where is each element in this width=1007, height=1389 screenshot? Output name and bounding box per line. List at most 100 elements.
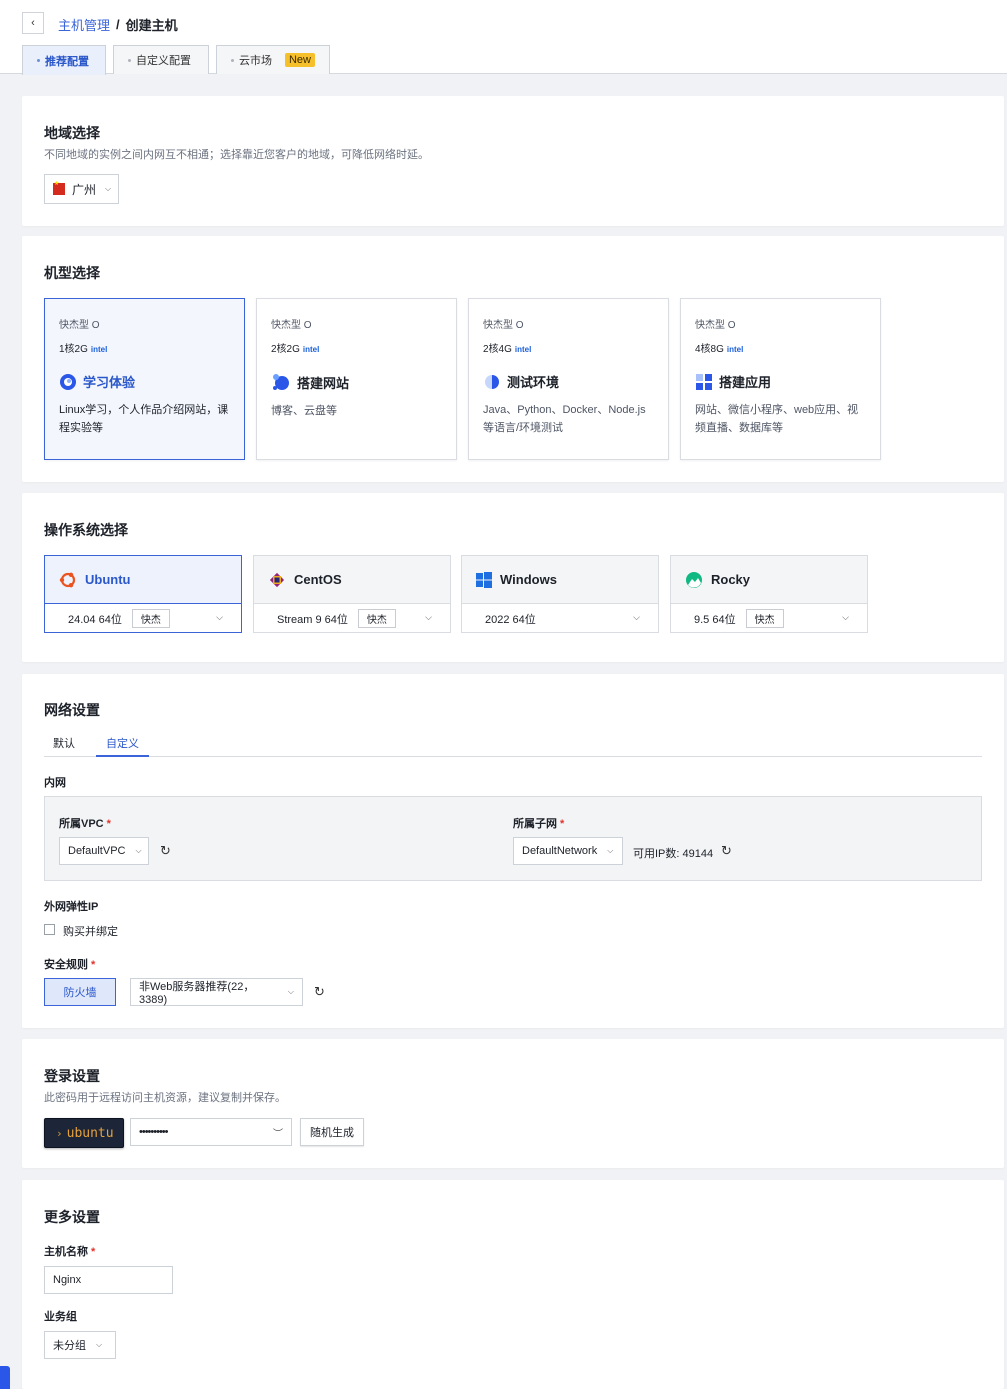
spec-desc: Java、Python、Docker、Node.js等语言/环境测试 bbox=[483, 404, 646, 434]
os-version: 9.5 64位 bbox=[694, 613, 736, 626]
tab-dot-icon bbox=[231, 58, 234, 62]
eye-closed-icon[interactable]: ︶ bbox=[273, 1125, 283, 1140]
back-button[interactable]: ‹ bbox=[22, 12, 44, 34]
available-ip-count: 可用IP数: 49144 bbox=[633, 848, 714, 860]
os-head: Ubuntu bbox=[45, 556, 241, 604]
hostname-value: Nginx bbox=[53, 1274, 82, 1286]
breadcrumb-separator: / bbox=[116, 17, 120, 32]
rocky-icon bbox=[686, 571, 702, 588]
eip-label: 外网弹性IP bbox=[44, 901, 99, 913]
password-input[interactable]: •••••••••• ︶ bbox=[130, 1118, 292, 1146]
fast-tag: 快杰 bbox=[357, 609, 396, 628]
refresh-icon[interactable]: ↻ bbox=[721, 843, 732, 859]
windows-icon bbox=[476, 571, 492, 588]
chevron-down-icon: ⌵ bbox=[287, 987, 294, 996]
group-value: 未分组 bbox=[53, 1340, 86, 1352]
intel-logo: intel bbox=[302, 345, 320, 354]
tab-marketplace[interactable]: 云市场 New bbox=[216, 45, 330, 74]
tab-network-custom[interactable]: 自定义 bbox=[96, 735, 149, 757]
os-card-windows[interactable]: Windows 2022 64位 ⌵ bbox=[461, 555, 659, 633]
os-card-rocky[interactable]: Rocky 9.5 64位 快杰 ⌵ bbox=[670, 555, 868, 633]
eip-checkbox[interactable] bbox=[44, 924, 55, 935]
floating-help-tab[interactable] bbox=[0, 1366, 10, 1389]
eip-checkbox-label: 购买并绑定 bbox=[63, 926, 118, 938]
china-flag-icon bbox=[53, 180, 65, 195]
spec-card-testing[interactable]: 快杰型 O 2核4G intel 测试环境 Java、Python、Docker、… bbox=[468, 298, 669, 460]
new-badge: New bbox=[284, 53, 315, 67]
network-tabs: 默认 自定义 bbox=[44, 735, 982, 757]
hostname-input[interactable]: Nginx bbox=[44, 1266, 173, 1294]
intranet-label: 内网 bbox=[44, 777, 66, 789]
breadcrumb-parent-link[interactable]: 主机管理 bbox=[58, 15, 110, 34]
tab-label: 自定义配置 bbox=[136, 55, 191, 67]
os-card-centos[interactable]: CentOS Stream 9 64位 快杰 ⌵ bbox=[253, 555, 451, 633]
subnet-select[interactable]: DefaultNetwork ⌵ bbox=[513, 837, 623, 865]
os-head: CentOS bbox=[254, 556, 450, 604]
spec-desc: Linux学习，个人作品介绍网站，课程实验等 bbox=[59, 404, 229, 434]
refresh-icon[interactable]: ↻ bbox=[314, 984, 325, 1000]
fast-tag: 快杰 bbox=[745, 609, 784, 628]
spec-card-learning[interactable]: 快杰型 O 1核2G intel 学习体验 Linux学习，个人作品介绍网站，课程… bbox=[44, 298, 245, 460]
tab-network-default[interactable]: 默认 bbox=[53, 735, 75, 757]
breadcrumb: 主机管理 / 创建主机 bbox=[58, 15, 178, 34]
spec-section: 机型选择 快杰型 O 1核2G intel 学习体验 Linux学习，个人作品介绍… bbox=[22, 236, 1004, 482]
security-label: 安全规则 * bbox=[44, 959, 96, 971]
top-bar: ‹ 主机管理 / 创建主机 推荐配置 自定义配置 云市场 New bbox=[0, 0, 1007, 75]
firewall-button[interactable]: 防火墙 bbox=[44, 978, 116, 1006]
tab-label: 推荐配置 bbox=[45, 55, 89, 68]
vpc-select[interactable]: DefaultVPC ⌵ bbox=[59, 837, 149, 865]
spec-config: 2核2G intel bbox=[271, 344, 320, 355]
login-section: 登录设置 此密码用于远程访问主机资源，建议复制并保存。 › ubuntu •••… bbox=[22, 1039, 1004, 1168]
tab-label: 云市场 bbox=[239, 55, 272, 67]
login-user: ubuntu bbox=[66, 1125, 114, 1141]
firewall-select[interactable]: 非Web服务器推荐(22，3389) ⌵ bbox=[130, 978, 303, 1006]
spec-type: 快杰型 O bbox=[695, 320, 736, 331]
section-subtitle: 此密码用于远程访问主机资源，建议复制并保存。 bbox=[44, 1092, 286, 1104]
tab-custom[interactable]: 自定义配置 bbox=[113, 45, 209, 74]
os-head: Rocky bbox=[671, 556, 867, 604]
fast-tag: 快杰 bbox=[131, 609, 170, 628]
chevron-left-icon: ‹ bbox=[31, 17, 35, 29]
chevron-down-icon: ⌵ bbox=[216, 612, 223, 622]
chevron-down-icon: ⌵ bbox=[607, 846, 614, 855]
group-select[interactable]: 未分组 ⌵ bbox=[44, 1331, 116, 1359]
os-version: Stream 9 64位 bbox=[277, 613, 348, 626]
hostname-label: 主机名称 * bbox=[44, 1246, 96, 1258]
os-version-select[interactable]: 2022 64位 ⌵ bbox=[462, 604, 658, 633]
section-title: 地域选择 bbox=[44, 125, 100, 141]
section-title: 网络设置 bbox=[44, 702, 100, 718]
chevron-down-icon: ⌵ bbox=[425, 612, 432, 622]
random-generate-button[interactable]: 随机生成 bbox=[300, 1118, 364, 1146]
spec-name: 搭建应用 bbox=[695, 372, 866, 391]
section-title: 更多设置 bbox=[44, 1209, 100, 1225]
section-title: 登录设置 bbox=[44, 1068, 100, 1084]
tab-recommended[interactable]: 推荐配置 bbox=[22, 45, 106, 75]
spec-card-application[interactable]: 快杰型 O 4核8G intel 搭建应用 网站、微信小程序、web应用、视频直播… bbox=[680, 298, 881, 460]
login-user-badge: › ubuntu bbox=[44, 1118, 124, 1148]
spec-type: 快杰型 O bbox=[271, 320, 312, 331]
os-version-select[interactable]: 24.04 64位 快杰 ⌵ bbox=[45, 604, 241, 633]
testing-icon bbox=[485, 374, 499, 389]
os-version-select[interactable]: Stream 9 64位 快杰 ⌵ bbox=[254, 604, 450, 633]
region-section: 地域选择 不同地域的实例之间内网互不相通；选择靠近您客户的地域，可降低网络时延。… bbox=[22, 96, 1004, 226]
more-section: 更多设置 主机名称 * Nginx 业务组 未分组 ⌵ bbox=[22, 1180, 1004, 1389]
prompt-icon: › bbox=[56, 1126, 63, 1140]
os-version-select[interactable]: 9.5 64位 快杰 ⌵ bbox=[671, 604, 867, 633]
intel-logo: intel bbox=[726, 345, 744, 354]
intel-logo: intel bbox=[514, 345, 532, 354]
spec-type: 快杰型 O bbox=[483, 320, 524, 331]
spec-name: 搭建网站 bbox=[271, 372, 442, 392]
group-label: 业务组 bbox=[44, 1311, 77, 1323]
chevron-down-icon: ⌵ bbox=[105, 184, 112, 193]
os-card-ubuntu[interactable]: Ubuntu 24.04 64位 快杰 ⌵ bbox=[44, 555, 242, 633]
vpc-panel: 所属VPC * DefaultVPC ⌵ ↻ 所属子网 * DefaultNetwo… bbox=[44, 796, 982, 881]
intel-logo: intel bbox=[90, 345, 108, 354]
spec-type: 快杰型 O bbox=[59, 320, 100, 331]
spec-desc: 网站、微信小程序、web应用、视频直播、数据库等 bbox=[695, 404, 859, 434]
spec-card-website[interactable]: 快杰型 O 2核2G intel 搭建网站 博客、云盘等 bbox=[256, 298, 457, 460]
region-select[interactable]: 广州 ⌵ bbox=[44, 174, 119, 204]
refresh-icon[interactable]: ↻ bbox=[160, 843, 171, 859]
page-title: 创建主机 bbox=[125, 18, 178, 33]
chevron-down-icon: ⌵ bbox=[135, 846, 142, 855]
os-version: 24.04 64位 bbox=[68, 613, 122, 626]
